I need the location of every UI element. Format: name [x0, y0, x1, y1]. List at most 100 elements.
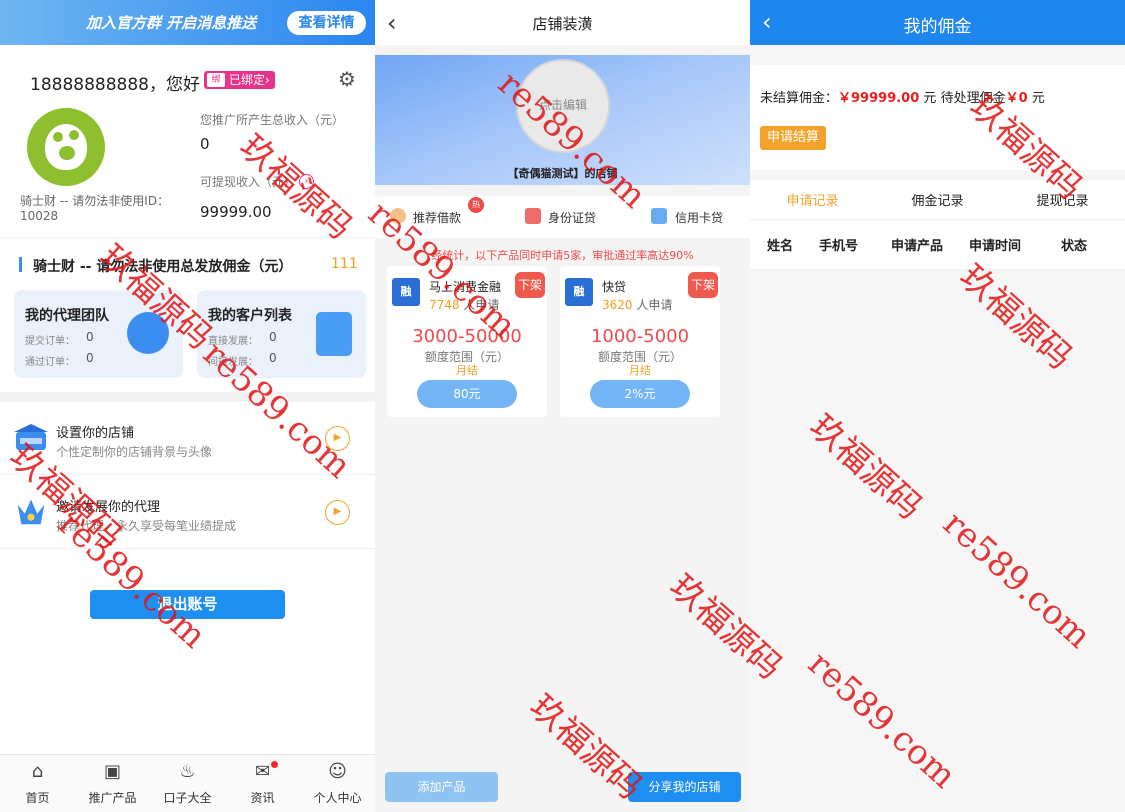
tab-home[interactable]: ⌂ 首页: [0, 755, 75, 812]
card-line-label: 间接发展：: [208, 357, 258, 368]
play-icon[interactable]: ▶: [325, 426, 350, 451]
withdraw-value: 99999.00: [200, 203, 272, 221]
profile-panel: 加入官方群 开启消息推送 查看详情 18888888888，您好 绑 已绑定› …: [0, 0, 375, 812]
column-header: 状态: [1061, 239, 1088, 254]
tab-label: 资讯: [250, 791, 275, 805]
card-line-label: 直接发展：: [208, 336, 258, 347]
greeting: 18888888888，您好: [30, 75, 200, 95]
card-line-value: 0: [269, 351, 277, 365]
logout-button[interactable]: 退出账号: [90, 590, 285, 619]
invite-agent-row[interactable]: 邀请发展你的代理 推荐代理，永久享受每笔业绩提成 ▶: [0, 476, 375, 549]
row-subtitle: 个性定制你的店铺背景与头像: [56, 445, 213, 459]
user-icon: ☺: [328, 761, 347, 782]
add-product-button[interactable]: 添加产品: [385, 772, 498, 802]
product-range: 3000-50000: [412, 326, 522, 347]
delist-button[interactable]: 下架: [515, 272, 545, 298]
hot-badge: 热: [468, 197, 484, 213]
card-title: 我的客户列表: [208, 308, 292, 324]
product-range: 1000-5000: [590, 326, 690, 347]
section-gap: [0, 392, 375, 402]
category-id-loan[interactable]: 身份证贷: [548, 209, 596, 226]
commission-summary: 未结算佣金：￥99999.00 元 待处理佣金￥0 元 申请结算: [750, 65, 1125, 170]
tab-apply-records[interactable]: 申请记录: [750, 190, 875, 209]
commission-button[interactable]: 80元: [417, 380, 517, 408]
notification-dot: [271, 761, 278, 768]
withdraw-label: 可提现收入（元）: [200, 175, 297, 189]
category-recommend[interactable]: 推荐借款: [413, 209, 461, 226]
column-header: 申请时间: [969, 239, 1022, 254]
product-applicants: 3620 人申请: [602, 298, 673, 312]
view-details-button[interactable]: 查看详情: [287, 11, 366, 35]
settlement-period: 月结: [456, 364, 478, 377]
tab-label: 推广产品: [88, 791, 137, 805]
shop-decoration-panel: ‹ 店铺装潢 点击编辑 【奇偶猫测试】的店铺 推荐借款 热 身份证贷 信用卡贷 …: [375, 0, 750, 812]
credit-card-icon: [651, 208, 667, 224]
tab-withdraw-records[interactable]: 提现记录: [1000, 190, 1125, 209]
product-name: 马上消费金融: [429, 280, 502, 294]
tab-label: 口子大全: [163, 791, 212, 805]
chevron-right-icon: ›: [265, 73, 270, 87]
card-line-value: 0: [86, 351, 94, 365]
share-shop-button[interactable]: 分享我的店铺: [628, 772, 741, 802]
agent-team-card[interactable]: 我的代理团队 提交订单： 0 通过订单： 0: [14, 290, 183, 378]
banner-text: 加入官方群 开启消息推送: [86, 14, 257, 32]
user-name-id: 骑士财 -- 请勿法非使用ID：10028: [20, 194, 170, 223]
delist-button[interactable]: 下架: [688, 272, 718, 298]
product-logo: 融: [392, 278, 420, 306]
table-header: 姓名 手机号 申请产品 申请时间 状态: [750, 220, 1125, 270]
commission-line: 未结算佣金：￥99999.00 元 待处理佣金￥0 元: [760, 91, 1045, 106]
commission-button[interactable]: 2%元: [590, 380, 690, 408]
avatar[interactable]: [27, 108, 105, 186]
income-label: 您推广所产生总收入（元）: [200, 113, 345, 127]
page-title: 我的佣金: [903, 17, 972, 37]
loan-icon: [390, 208, 406, 224]
tab-profile[interactable]: ☺ 个人中心: [300, 755, 375, 812]
setup-shop-row[interactable]: 设置你的店铺 个性定制你的店铺背景与头像 ▶: [0, 402, 375, 475]
paw-icon: [45, 124, 87, 170]
divider: [0, 237, 375, 238]
bound-badge[interactable]: 绑 已绑定›: [204, 71, 275, 89]
contact-card-icon: [316, 312, 352, 356]
commission-panel: ‹ 我的佣金 未结算佣金：￥99999.00 元 待处理佣金￥0 元 申请结算 …: [750, 0, 1125, 812]
column-header: 姓名: [767, 239, 794, 254]
play-icon[interactable]: ▶: [325, 500, 350, 525]
category-credit-loan[interactable]: 信用卡贷: [675, 209, 723, 226]
product-name: 快贷: [602, 280, 627, 294]
tab-label: 首页: [25, 791, 50, 805]
tab-label: 个人中心: [313, 791, 362, 805]
record-tabs: 申请记录 佣金记录 提现记录: [750, 180, 1125, 220]
withdraw-arrow-icon[interactable]: ›: [299, 174, 314, 189]
shop-name: 【奇偶猫测试】的店铺: [507, 167, 618, 180]
row-title: 邀请发展你的代理: [56, 500, 161, 515]
edit-avatar-label[interactable]: 点击编辑: [516, 96, 610, 113]
bound-label: 已绑定: [229, 73, 266, 87]
customer-list-card[interactable]: 我的客户列表 直接发展： 0 间接发展： 0: [197, 290, 366, 378]
column-header: 申请产品: [891, 239, 944, 254]
product-card[interactable]: 融 马上消费金融 7748 人申请 下架 3000-50000 额度范围（元） …: [387, 266, 547, 417]
commission-title: 骑士财 -- 请勿法非使用总发放佣金（元）: [33, 259, 293, 275]
section-bar: [19, 257, 22, 272]
tab-products[interactable]: ▣ 推广产品: [75, 755, 150, 812]
row-title: 设置你的店铺: [56, 426, 135, 441]
wallet-icon: ▣: [103, 761, 121, 782]
product-applicants: 7748 人申请: [429, 298, 500, 312]
home-icon: ⌂: [31, 761, 44, 782]
settlement-period: 月结: [629, 364, 651, 377]
card-line-value: 0: [269, 330, 277, 344]
tab-news[interactable]: ✉ 资讯: [225, 755, 300, 812]
bottom-tab-bar: ⌂ 首页 ▣ 推广产品 ♨ 口子大全 ✉ 资讯 ☺ 个人中心: [0, 754, 375, 812]
gear-icon[interactable]: ⚙: [336, 68, 358, 90]
product-card[interactable]: 融 快贷 3620 人申请 下架 1000-5000 额度范围（元） 月结 2%…: [560, 266, 720, 417]
crown-icon: [17, 499, 45, 525]
team-icon: [127, 312, 169, 354]
row-subtitle: 推荐代理，永久享受每笔业绩提成: [56, 519, 237, 533]
tab-commission-records[interactable]: 佣金记录: [875, 190, 1000, 209]
tab-loans[interactable]: ♨ 口子大全: [150, 755, 225, 812]
id-card-icon: [525, 208, 541, 224]
card-line-label: 通过订单：: [25, 357, 75, 368]
card-line-label: 提交订单：: [25, 336, 75, 347]
card-line-value: 0: [86, 330, 94, 344]
apply-settlement-button[interactable]: 申请结算: [760, 126, 826, 150]
bind-icon: 绑: [207, 73, 225, 87]
notice-text: 经统计，以下产品同时申请5家，审批通过率高达90%: [431, 249, 694, 262]
